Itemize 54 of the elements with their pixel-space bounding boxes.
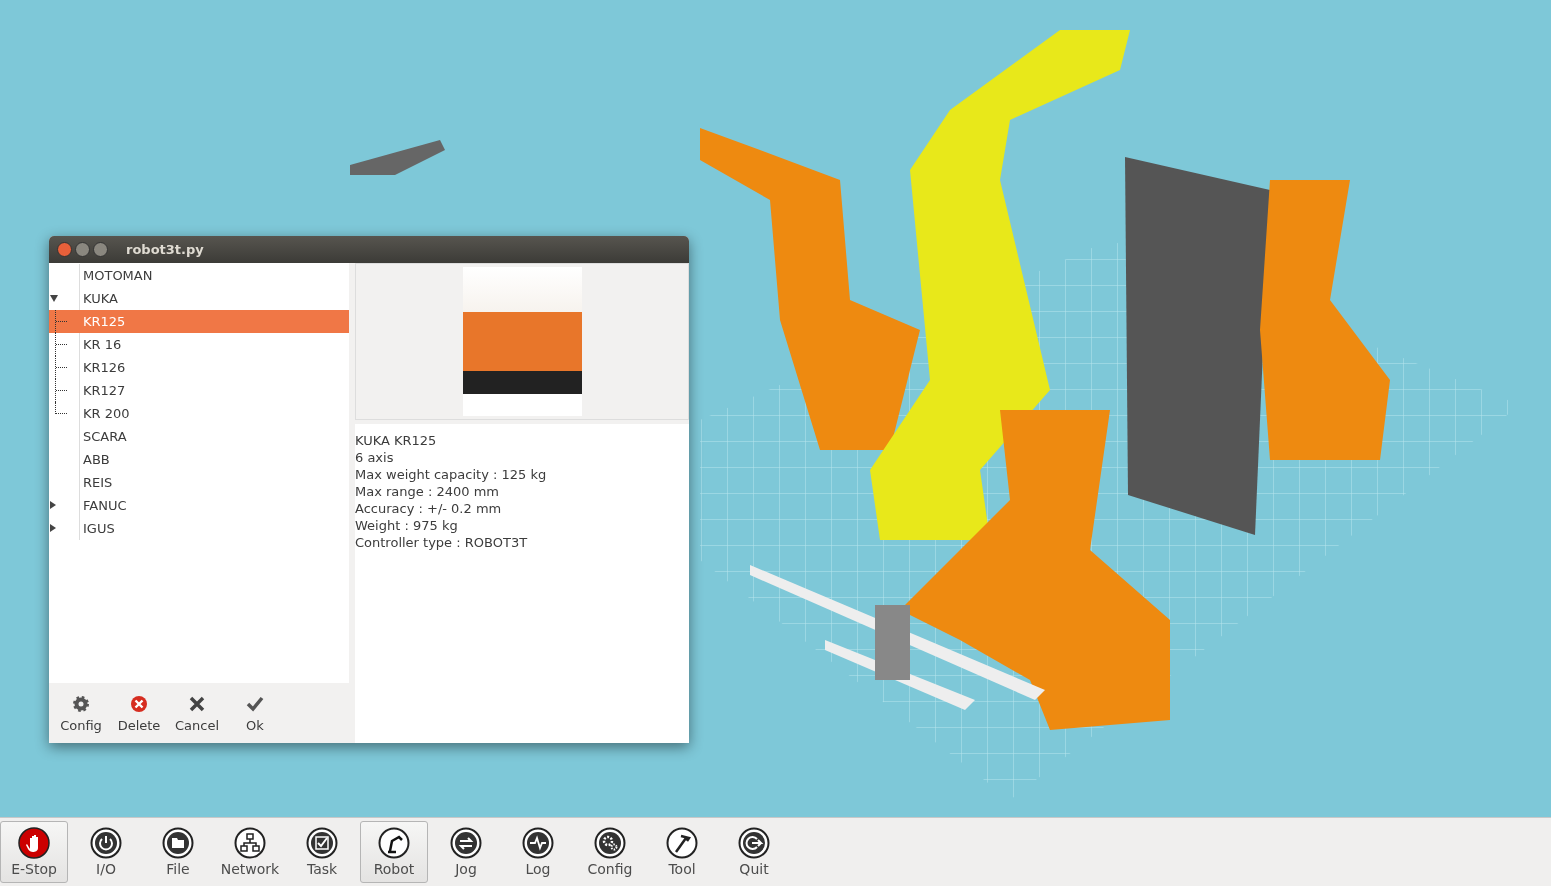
collapsed-arrow-icon[interactable]: [50, 524, 56, 532]
window-title: robot3t.py: [126, 242, 204, 257]
toolbar-button[interactable]: Log: [504, 821, 572, 884]
hammer-icon: [666, 827, 698, 860]
gears-icon: [594, 827, 626, 860]
toolbar-button[interactable]: Task: [288, 821, 356, 884]
pulse-icon: [522, 827, 554, 860]
minimize-button[interactable]: [75, 242, 90, 257]
toolbar-button[interactable]: File: [144, 821, 212, 884]
toolbar-button[interactable]: Jog: [432, 821, 500, 884]
tree-item[interactable]: ABB: [49, 448, 349, 471]
tree-item[interactable]: FANUC: [49, 494, 349, 517]
dialog-button[interactable]: Cancel: [168, 683, 226, 743]
stop-hand-icon: [18, 827, 50, 860]
dialog-button[interactable]: Config: [52, 683, 110, 743]
close-button[interactable]: [57, 242, 72, 257]
exit-icon: [738, 827, 770, 860]
dialog-button[interactable]: Delete: [110, 683, 168, 743]
robot-arm-icon: [378, 827, 410, 860]
network-icon: [234, 827, 266, 860]
3d-viewport[interactable]: [0, 0, 1551, 818]
dialog-button[interactable]: Ok: [226, 683, 284, 743]
detail-text: Accuracy : +/- 0.2 mm: [355, 500, 503, 517]
collapsed-arrow-icon[interactable]: [50, 501, 56, 509]
tree-item[interactable]: REIS: [49, 471, 349, 494]
toolbar-button[interactable]: Quit: [720, 821, 788, 884]
toolbar-button[interactable]: Config: [576, 821, 644, 884]
toolbar-button[interactable]: E-Stop: [0, 821, 68, 884]
detail-text: Weight : 975 kg: [355, 517, 459, 534]
detail-text: Controller type : ROBOT3T: [355, 534, 529, 551]
toolbar-button[interactable]: Robot: [360, 821, 428, 884]
detail-text: Max range : 2400 mm: [355, 483, 500, 500]
maximize-button[interactable]: [93, 242, 108, 257]
tree-item[interactable]: KR127: [49, 379, 349, 402]
power-icon: [90, 827, 122, 860]
tree-item[interactable]: KR126: [49, 356, 349, 379]
toolbar-button[interactable]: Network: [216, 821, 284, 884]
folder-icon: [162, 827, 194, 860]
toolbar-button[interactable]: I/O: [72, 821, 140, 884]
tree-item[interactable]: KR 16: [49, 333, 349, 356]
delete-icon: [129, 693, 149, 714]
toolbar-button[interactable]: Tool: [648, 821, 716, 884]
tree-item[interactable]: KR 200: [49, 402, 349, 425]
detail-text: KUKA KR125: [355, 432, 438, 449]
gear-icon: [71, 693, 91, 714]
tree-item[interactable]: SCARA: [49, 425, 349, 448]
tree-item[interactable]: IGUS: [49, 517, 349, 540]
tree-connector: [55, 310, 68, 333]
expanded-arrow-icon[interactable]: [50, 295, 58, 302]
task-icon: [306, 827, 338, 860]
detail-text: 6 axis: [355, 449, 395, 466]
detail-text: Max weight capacity : 125 kg: [355, 466, 548, 483]
tree-item[interactable]: MOTOMAN: [49, 264, 349, 287]
arrows-icon: [450, 827, 482, 860]
